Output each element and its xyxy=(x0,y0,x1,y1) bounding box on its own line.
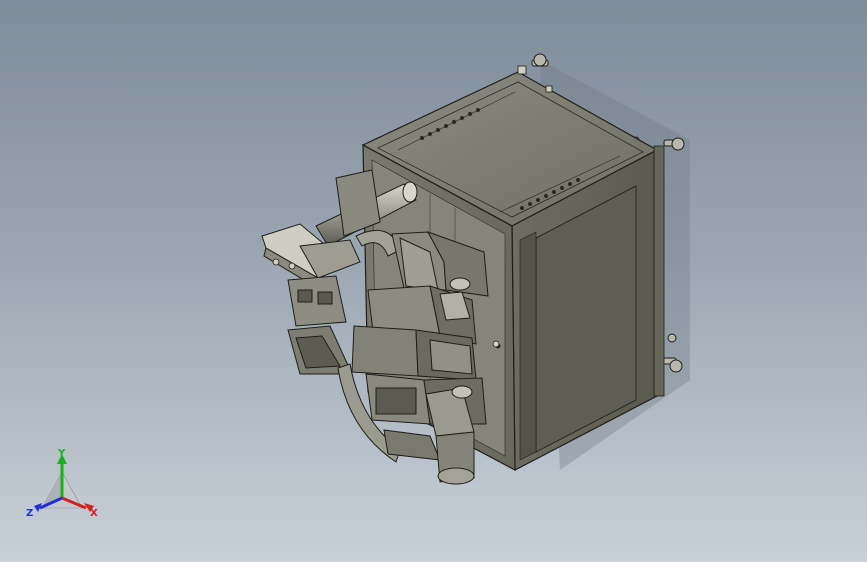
orientation-triad[interactable]: Y X Z xyxy=(24,448,104,524)
y-axis-label: Y xyxy=(57,448,66,459)
graphics-viewport[interactable]: Y X Z xyxy=(0,0,867,562)
cad-model[interactable] xyxy=(0,0,867,562)
z-axis-label: Z xyxy=(26,508,33,519)
x-axis-label: X xyxy=(90,508,98,519)
